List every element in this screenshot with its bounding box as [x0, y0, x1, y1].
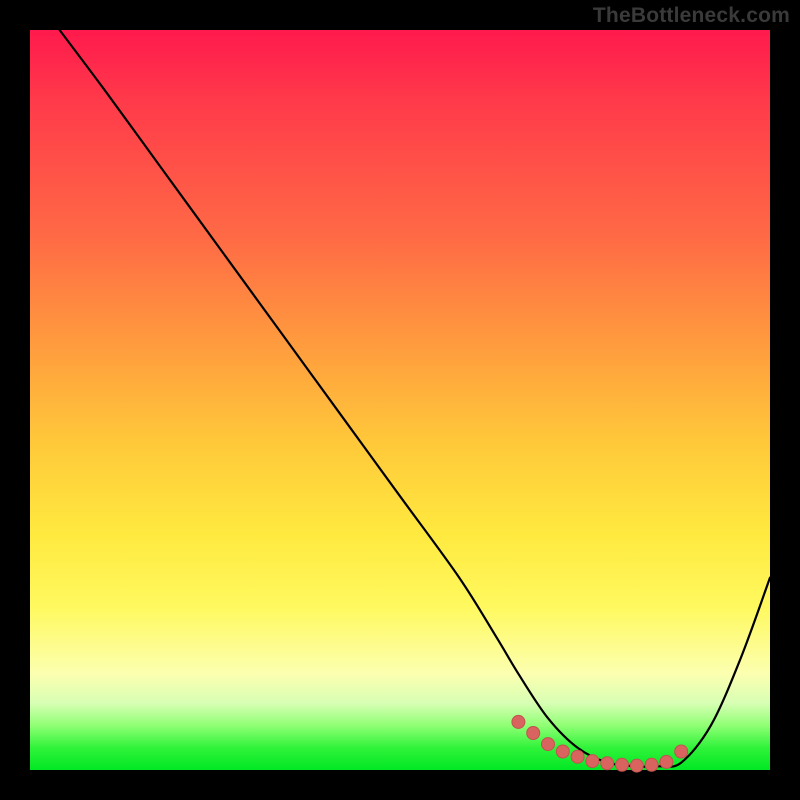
chart-svg [30, 30, 770, 770]
trough-marker [527, 727, 540, 740]
trough-marker [660, 755, 673, 768]
trough-marker [556, 745, 569, 758]
plot-area [30, 30, 770, 770]
trough-marker [630, 759, 643, 772]
chart-frame: TheBottleneck.com [0, 0, 800, 800]
bottleneck-curve [60, 30, 770, 767]
trough-marker [512, 715, 525, 728]
watermark-text: TheBottleneck.com [593, 4, 790, 28]
trough-marker [675, 745, 688, 758]
trough-marker [616, 758, 629, 771]
trough-marker [645, 758, 658, 771]
trough-marker [542, 738, 555, 751]
trough-marker [586, 755, 599, 768]
trough-markers-group [512, 715, 688, 772]
trough-marker [571, 750, 584, 763]
trough-marker [601, 757, 614, 770]
